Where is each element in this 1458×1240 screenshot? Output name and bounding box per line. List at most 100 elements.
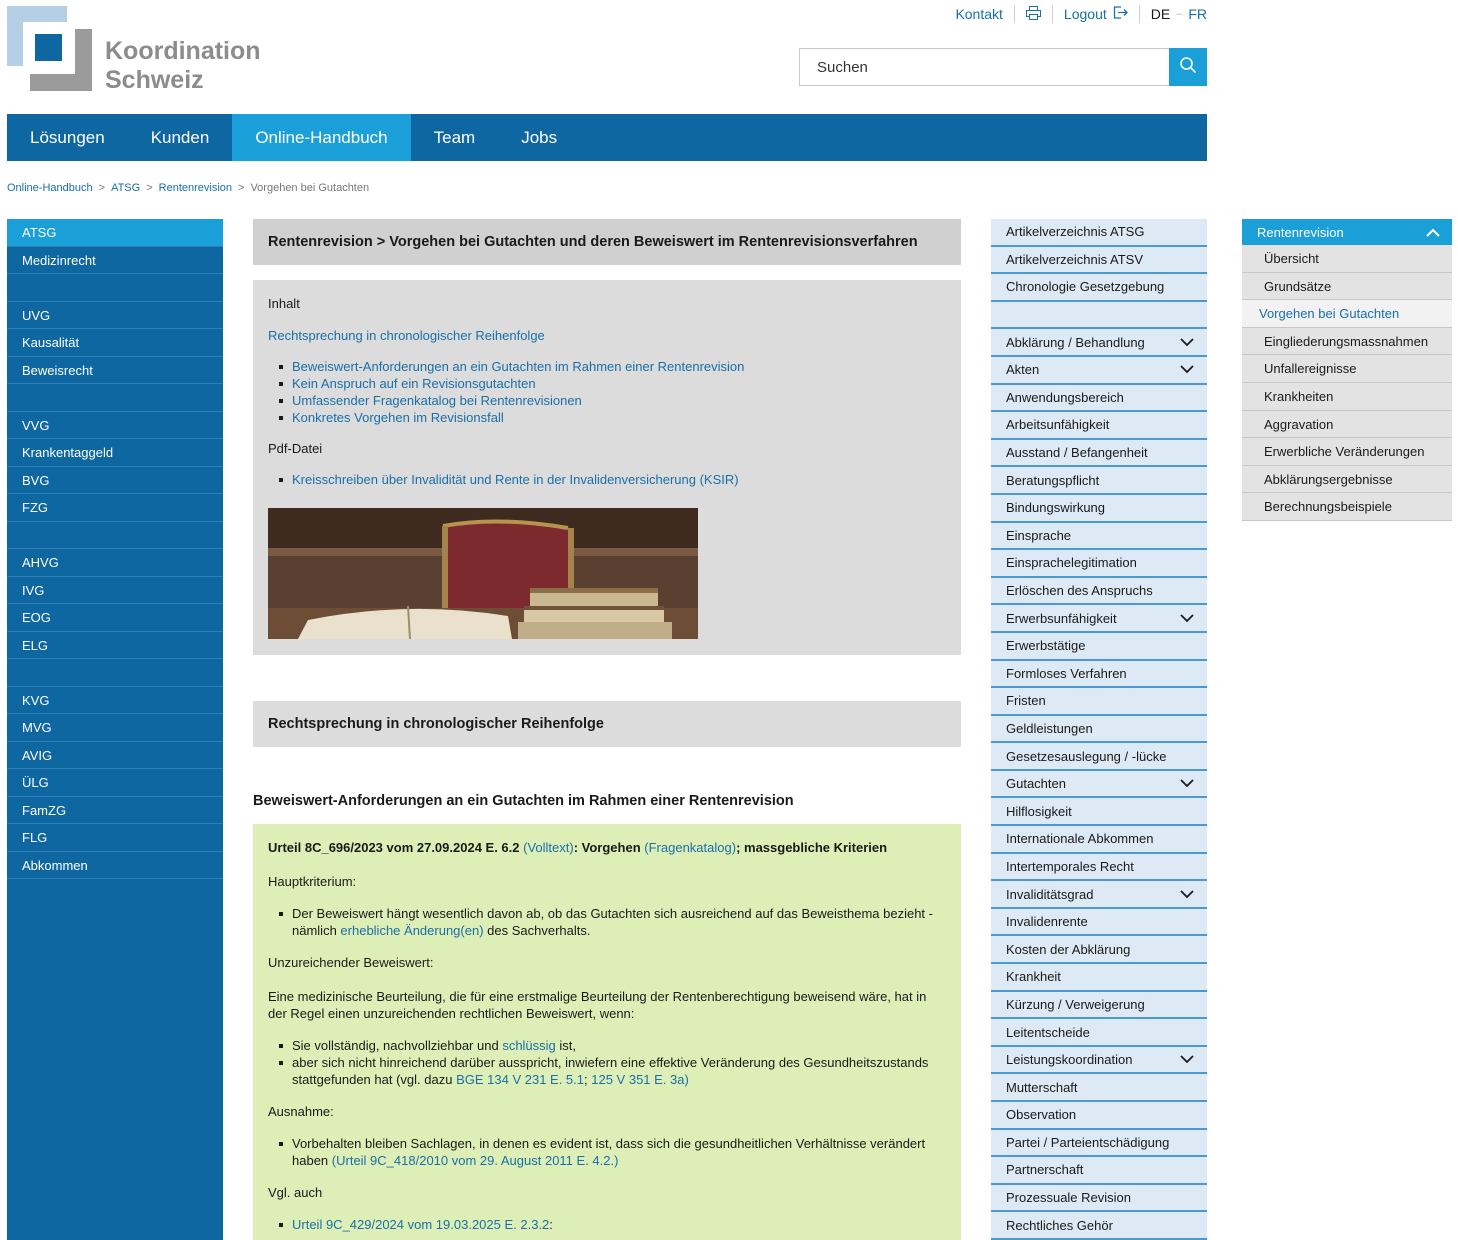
index-item[interactable]: Formloses Verfahren: [991, 660, 1207, 689]
nav-loesungen[interactable]: Lösungen: [7, 114, 128, 161]
rentenrevision-menu-item[interactable]: Eingliederungsmassnahmen: [1242, 327, 1452, 356]
index-item[interactable]: Gutachten: [991, 770, 1207, 799]
breadcrumb-atsg[interactable]: ATSG: [111, 182, 140, 194]
index-item[interactable]: Leistungskoordination: [991, 1046, 1207, 1075]
chevron-up-icon[interactable]: [1426, 225, 1440, 240]
chevron-down-icon[interactable]: [1180, 357, 1194, 382]
schluessig-link[interactable]: schlüssig: [502, 1038, 555, 1053]
index-item[interactable]: Hilflosigkeit: [991, 798, 1207, 827]
nav-jobs[interactable]: Jobs: [498, 114, 580, 161]
sidebar-item-beweisrecht[interactable]: Beweisrecht: [7, 357, 223, 384]
rentenrevision-menu-item[interactable]: Abklärungsergebnisse: [1242, 465, 1452, 494]
chevron-down-icon[interactable]: [1180, 1047, 1194, 1072]
chevron-down-icon[interactable]: [1180, 606, 1194, 631]
index-item[interactable]: Ausstand / Befangenheit: [991, 439, 1207, 468]
kontakt-link[interactable]: Kontakt: [955, 6, 1002, 22]
sidebar-item-medizinrecht[interactable]: Medizinrecht: [7, 247, 223, 274]
chevron-down-icon[interactable]: [1180, 882, 1194, 907]
index-item[interactable]: Chronologie Gesetzgebung: [991, 274, 1207, 302]
search-button[interactable]: [1169, 48, 1207, 86]
index-item[interactable]: Mutterschaft: [991, 1074, 1207, 1102]
nav-online-handbuch[interactable]: Online-Handbuch: [232, 114, 411, 161]
rentenrevision-menu-item[interactable]: Unfallereignisse: [1242, 355, 1452, 383]
breadcrumb-online-handbuch[interactable]: Online-Handbuch: [7, 182, 93, 194]
index-item[interactable]: Artikelverzeichnis ATSG: [991, 219, 1207, 247]
urteil-9c418-link[interactable]: (Urteil 9C_418/2010 vom 29. August 2011 …: [332, 1153, 619, 1168]
sidebar-item-flg[interactable]: FLG: [7, 824, 223, 852]
sidebar-item-vvg[interactable]: VVG: [7, 412, 223, 439]
index-item[interactable]: Fristen: [991, 688, 1207, 716]
fragenkatalog-link[interactable]: (Fragenkatalog): [644, 840, 736, 855]
index-item[interactable]: Kosten der Abklärung: [991, 936, 1207, 965]
sidebar-item-elg[interactable]: ELG: [7, 632, 223, 659]
index-item[interactable]: Leitentscheide: [991, 1019, 1207, 1047]
index-item[interactable]: Arbeitsunfähigkeit: [991, 412, 1207, 440]
index-item[interactable]: Bindungswirkung: [991, 494, 1207, 523]
search-input[interactable]: [799, 48, 1169, 86]
index-item[interactable]: Anwendungsbereich: [991, 384, 1207, 413]
toc-item-link[interactable]: Kein Anspruch auf ein Revisionsgutachten: [292, 376, 536, 391]
toc-item-link[interactable]: Konkretes Vorgehen im Revisionsfall: [292, 410, 504, 425]
index-item[interactable]: Erwerbsunfähigkeit: [991, 605, 1207, 633]
sidebar-item-kvg[interactable]: KVG: [7, 687, 223, 714]
index-item[interactable]: Prozessuale Revision: [991, 1184, 1207, 1213]
rentenrevision-menu-item[interactable]: Aggravation: [1242, 410, 1452, 439]
sidebar-item-mvg[interactable]: MVG: [7, 714, 223, 742]
rentenrevision-menu-item[interactable]: Krankheiten: [1242, 382, 1452, 411]
toc-item-link[interactable]: Umfassender Fragenkatalog bei Rentenrevi…: [292, 393, 582, 408]
volltext-link[interactable]: (Volltext): [523, 840, 574, 855]
sidebar-item-famzg[interactable]: FamZG: [7, 797, 223, 824]
sidebar-item-ueIg[interactable]: ÜLG: [7, 769, 223, 797]
index-item[interactable]: Rechtliches Gehör: [991, 1212, 1207, 1240]
index-item[interactable]: Krankheit: [991, 964, 1207, 992]
bge-125-link[interactable]: 125 V 351 E. 3a): [591, 1072, 689, 1087]
erhebliche-aenderung-link[interactable]: erhebliche Änderung(en): [340, 923, 483, 938]
sidebar-item-krankentaggeld[interactable]: Krankentaggeld: [7, 439, 223, 467]
index-item[interactable]: Einsprachelegitimation: [991, 550, 1207, 578]
sidebar-item-eog[interactable]: EOG: [7, 604, 223, 632]
lang-de[interactable]: DE: [1151, 6, 1170, 22]
lang-fr[interactable]: FR: [1188, 6, 1207, 22]
sidebar-item-abkommen[interactable]: Abkommen: [7, 852, 223, 879]
index-item[interactable]: Abklärung / Behandlung: [991, 329, 1207, 357]
index-item[interactable]: Intertemporales Recht: [991, 853, 1207, 882]
rentenrevision-menu-item[interactable]: Berechnungsbeispiele: [1242, 493, 1452, 521]
sidebar-item-atsg[interactable]: ATSG: [7, 219, 223, 247]
sidebar-item-fzg[interactable]: FZG: [7, 494, 223, 522]
print-icon[interactable]: [1025, 5, 1041, 23]
index-item[interactable]: Erlöschen des Anspruchs: [991, 577, 1207, 606]
index-item[interactable]: Partnerschaft: [991, 1157, 1207, 1185]
brand-logo[interactable]: Koordination Schweiz: [7, 6, 267, 94]
rentenrevision-menu-item[interactable]: Grundsätze: [1242, 272, 1452, 301]
index-item[interactable]: Einsprache: [991, 522, 1207, 551]
index-item[interactable]: Partei / Parteientschädigung: [991, 1129, 1207, 1158]
logout-link[interactable]: Logout: [1064, 6, 1107, 22]
index-item[interactable]: Geldleistungen: [991, 715, 1207, 744]
index-item[interactable]: Erwerbstätige: [991, 632, 1207, 661]
logout-icon[interactable]: [1113, 6, 1128, 22]
index-item[interactable]: Artikelverzeichnis ATSV: [991, 246, 1207, 275]
sidebar-item-ivg[interactable]: IVG: [7, 577, 223, 604]
index-item[interactable]: Beratungspflicht: [991, 467, 1207, 495]
pdf-link-ksir[interactable]: Kreisschreiben über Invalidität und Rent…: [292, 472, 739, 487]
toc-item-link[interactable]: Beweiswert-Anforderungen an ein Gutachte…: [292, 359, 744, 374]
sidebar-item-kausalitaet[interactable]: Kausalität: [7, 329, 223, 357]
sidebar-item-ahvg[interactable]: AHVG: [7, 549, 223, 577]
rentenrevision-menu-item[interactable]: Erwerbliche Veränderungen: [1242, 438, 1452, 466]
rentenrevision-menu-header[interactable]: Rentenrevision: [1242, 219, 1452, 245]
sidebar-item-avig[interactable]: AVIG: [7, 742, 223, 769]
sidebar-item-uvg[interactable]: UVG: [7, 302, 223, 329]
chevron-down-icon[interactable]: [1180, 771, 1194, 796]
breadcrumb-rentenrevision[interactable]: Rentenrevision: [159, 182, 232, 194]
index-item[interactable]: Gesetzesauslegung / -lücke: [991, 743, 1207, 771]
index-item[interactable]: Invaliditätsgrad: [991, 881, 1207, 909]
rentenrevision-menu-item[interactable]: Übersicht: [1242, 245, 1452, 273]
index-item[interactable]: Invalidenrente: [991, 908, 1207, 937]
index-item[interactable]: Kürzung / Verweigerung: [991, 991, 1207, 1020]
urteil-9c429-link[interactable]: Urteil 9C_429/2024 vom 19.03.2025 E. 2.3…: [292, 1217, 549, 1232]
bge-134-link[interactable]: BGE 134 V 231 E. 5.1: [456, 1072, 584, 1087]
sidebar-item-bvg[interactable]: BVG: [7, 467, 223, 494]
nav-kunden[interactable]: Kunden: [128, 114, 233, 161]
toc-link-chronologie[interactable]: Rechtsprechung in chronologischer Reihen…: [268, 328, 946, 343]
index-item[interactable]: Akten: [991, 356, 1207, 385]
